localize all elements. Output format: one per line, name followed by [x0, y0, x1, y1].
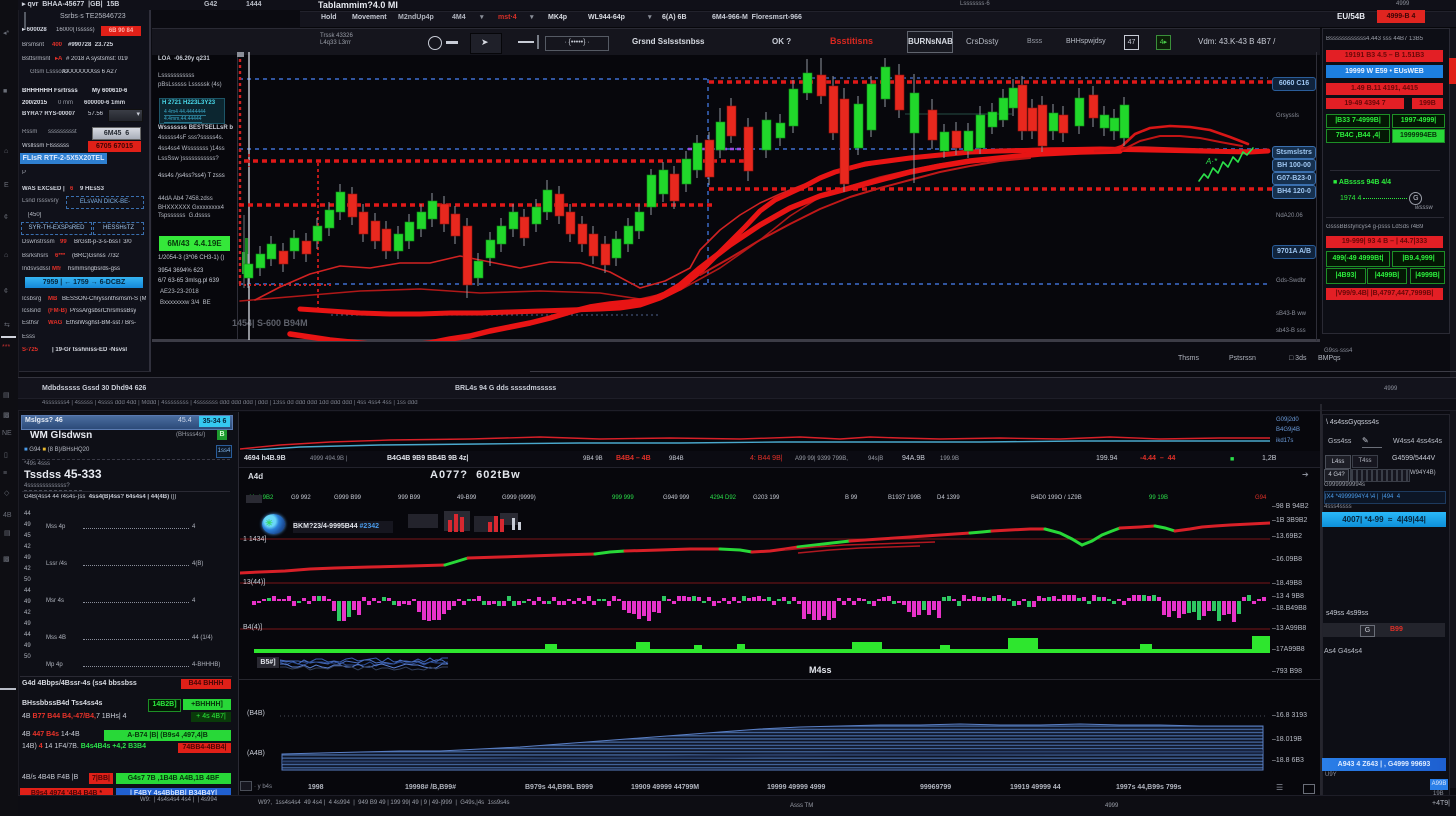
svg-text:A·*: A·*: [1205, 157, 1218, 166]
